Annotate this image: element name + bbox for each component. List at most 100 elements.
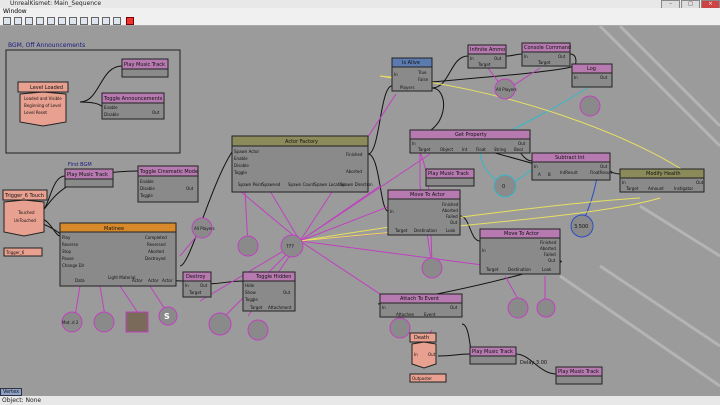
search-icon[interactable] [25,17,33,25]
subtract-int-node[interactable]: Subtract Int In Out A B IntResult FloatR… [531,152,613,181]
svg-text:Toggle Announcements: Toggle Announcements [103,96,163,102]
attach-to-event-node[interactable]: Attach To Event In Out Attachee Event [379,293,463,318]
svg-text:Data: Data [75,278,85,283]
svg-text:Toggle Hidden: Toggle Hidden [255,274,291,280]
level-loaded-event[interactable]: Level Loaded Loaded and Visible Beginnin… [17,81,69,127]
svg-text:IntResult: IntResult [560,170,578,175]
svg-text:Target: Target [485,267,499,272]
comment-text: BGM, Off Announcements [8,42,85,49]
search-results-icon[interactable] [80,17,88,25]
toggle-announcements-node[interactable]: Toggle Announcements Enable Disable Out [101,92,165,120]
svg-text:Subtract Int: Subtract Int [555,155,585,161]
destination-var[interactable] [421,257,443,279]
death-event[interactable]: Death In Out Outposter [409,332,447,383]
svg-text:Out: Out [518,141,526,146]
attachee-var[interactable] [389,317,411,339]
svg-text:Out: Out [200,283,208,288]
log-var[interactable] [579,95,601,117]
actor-factory-node[interactable]: Actor Factory Spawn Actor Enable Disable… [231,135,373,193]
svg-text:3.500: 3.500 [574,224,588,230]
svg-text:Move To Actor: Move To Actor [504,231,540,237]
svg-text:Matinee: Matinee [104,226,124,232]
svg-text:Toggle: Toggle [139,193,153,198]
svg-text:Out: Out [696,180,704,185]
svg-text:0: 0 [502,184,505,190]
actor-var[interactable] [125,311,149,333]
svg-text:Finished: Finished [442,202,459,207]
toggle-cinematic-node[interactable]: Toggle Cinematic Mode Enable Disable Tog… [137,165,199,203]
look-var[interactable] [536,298,556,318]
get-property-node[interactable]: Get Property In Out Target Object Int Fl… [409,129,531,154]
svg-text:Delay 3.00: Delay 3.00 [520,360,547,366]
hidden-target-var[interactable] [247,319,269,341]
svg-text:Death: Death [414,335,429,341]
svg-text:A: A [538,172,541,177]
side-label: Vertex [0,388,23,396]
destroy-node[interactable]: Destroy In Out Target [182,271,212,298]
zoom-icon[interactable] [36,17,44,25]
svg-text:Hide: Hide [245,283,255,288]
open-parent-icon[interactable] [3,17,11,25]
svg-text:Actor: Actor [148,278,159,283]
refresh-icon[interactable] [47,17,55,25]
nudge-icon[interactable] [69,17,77,25]
svg-text:Object: Object [440,147,453,152]
destroy-target-var[interactable] [208,312,232,336]
svg-text:Disable: Disable [234,163,249,168]
svg-text:Touched: Touched [17,210,35,215]
svg-text:Loaded and Visible: Loaded and Visible [24,96,62,101]
svg-text:In: In [574,75,578,80]
menu-window[interactable]: Window [3,8,27,15]
kismet-canvas[interactable]: BGM, Off Announcements Level Loaded Load… [0,26,720,396]
svg-text:Spawn Direction: Spawn Direction [340,182,373,187]
svg-text:Attachment: Attachment [268,305,292,310]
is-alive-node[interactable]: Is Alive In True False Players [391,57,433,92]
graph-svg[interactable]: BGM, Off Announcements Level Loaded Load… [0,26,720,396]
svg-text:Is Alive: Is Alive [402,60,420,66]
svg-text:Finished: Finished [540,240,557,245]
debug-icon[interactable] [113,17,121,25]
svg-text:In: In [390,209,394,214]
svg-text:Out: Out [450,305,458,310]
toggle-hidden-node[interactable]: Toggle Hidden Hide Show Toggle Out Targe… [242,271,296,312]
matinee-node[interactable]: Matinee Play Reverse Stop Pause Change D… [59,222,177,287]
trigger-touch-event[interactable]: Trigger_6 Touch Touched UnTouched Trigge… [2,189,48,257]
menu-bar: Window [0,8,720,16]
move-to-actor-b-node[interactable]: Move To Actor In Finished Aborted Failed… [479,228,561,275]
properties-icon[interactable] [58,17,66,25]
svg-text:Out: Out [450,220,458,225]
first-bgm-node[interactable]: Play Music Track [64,168,114,188]
comment-icon[interactable] [91,17,99,25]
svg-text:Play Music Track: Play Music Track [428,171,469,177]
svg-text:Enable: Enable [234,156,248,161]
infinite-ammo-node[interactable]: Infinite Ammo In Out Target [467,44,507,69]
play-music-track-b-node[interactable]: Play Music Track [425,168,475,187]
svg-text:Outposter: Outposter [412,376,432,381]
rename-icon[interactable] [14,17,22,25]
play-music-track-d-node[interactable]: Play Music Track [555,366,603,385]
svg-text:Spawn Point: Spawn Point [238,182,263,187]
svg-text:Level Reset: Level Reset [24,110,47,115]
target-var[interactable] [507,297,529,319]
svg-text:Change Dir: Change Dir [62,263,85,268]
svg-text:Get Property: Get Property [455,132,487,138]
modify-health-node[interactable]: Modify Health In Out Target Amount Insti… [619,168,705,193]
svg-text:B: B [548,172,551,177]
svg-text:Play Music Track: Play Music Track [124,62,165,68]
log-node[interactable]: Log In Out [571,63,613,88]
svg-text:Show: Show [245,290,257,295]
svg-text:Out: Out [600,164,608,169]
svg-text:Modify Health: Modify Health [646,171,681,177]
play-music-track-node[interactable]: Play Music Track [121,58,169,78]
play-music-track-c-node[interactable]: Play Music Track Delay 3.00 [469,346,547,366]
stop-icon[interactable] [126,17,134,25]
svg-text:Target: Target [625,186,639,191]
layer-icon[interactable] [102,17,110,25]
spawn-var[interactable] [237,235,259,257]
svg-text:In: In [482,248,486,253]
move-to-actor-a-node[interactable]: Move To Actor In Finished Aborted Failed… [387,189,461,236]
svg-text:Float: Float [476,147,486,152]
svg-text:In: In [185,283,189,288]
console-command-node[interactable]: Console Command In Out Target [521,42,571,67]
light-var[interactable] [93,311,115,333]
